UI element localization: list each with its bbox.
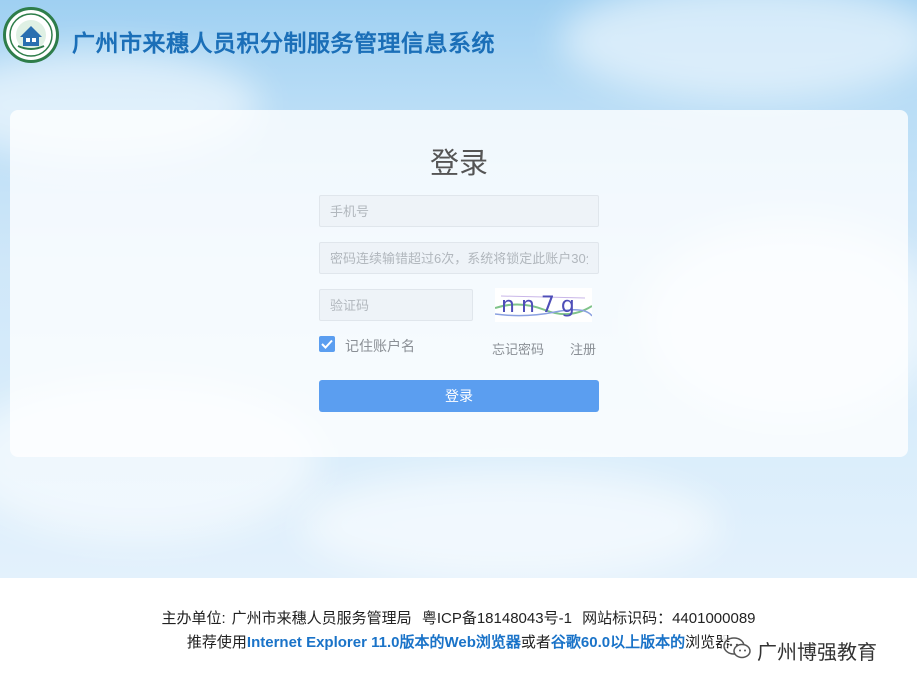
- captcha-input[interactable]: [319, 289, 473, 321]
- footer: 主办单位: 广州市来穗人员服务管理局 粤ICP备18148043号-1 网站标识码…: [0, 578, 917, 687]
- login-button[interactable]: 登录: [319, 380, 599, 412]
- app-title: 广州市来穗人员积分制服务管理信息系统: [72, 30, 495, 56]
- password-input[interactable]: [319, 242, 599, 274]
- browser-chrome: 谷歌60.0以上版本的: [550, 634, 686, 651]
- header: 广州市来穗人员积分制服务管理信息系统: [0, 0, 917, 90]
- wechat-icon: [723, 637, 751, 659]
- emblem-icon: [3, 7, 59, 63]
- forgot-password-link[interactable]: 忘记密码: [492, 339, 544, 358]
- site-id: 网站标识码：4401000089: [582, 610, 756, 627]
- footer-info: 主办单位: 广州市来穗人员服务管理局 粤ICP备18148043号-1 网站标识码…: [0, 607, 917, 628]
- browser-ie: Internet Explorer 11.0版本的Web浏览器: [246, 634, 521, 651]
- browser-or: 或者: [520, 634, 551, 651]
- login-panel: 登录 nn7g 记住账户名 忘记密码 注册 登录: [10, 110, 908, 457]
- remember-checkbox[interactable]: [319, 336, 335, 352]
- browser-prefix: 推荐使用: [186, 634, 247, 651]
- login-title: 登录: [429, 146, 488, 180]
- remember-label: 记住账户名: [345, 338, 415, 354]
- register-link[interactable]: 注册: [570, 339, 596, 358]
- watermark: 广州博强教育: [723, 635, 877, 664]
- icp-number: 粤ICP备18148043号-1: [421, 610, 572, 627]
- watermark-text: 广州博强教育: [757, 642, 877, 664]
- host-label: 主办单位:: [161, 610, 226, 627]
- captcha-image[interactable]: nn7g: [494, 288, 593, 322]
- host-value: 广州市来穗人员服务管理局: [231, 610, 412, 627]
- captcha-text: nn7g: [501, 293, 581, 318]
- phone-input[interactable]: [319, 195, 599, 227]
